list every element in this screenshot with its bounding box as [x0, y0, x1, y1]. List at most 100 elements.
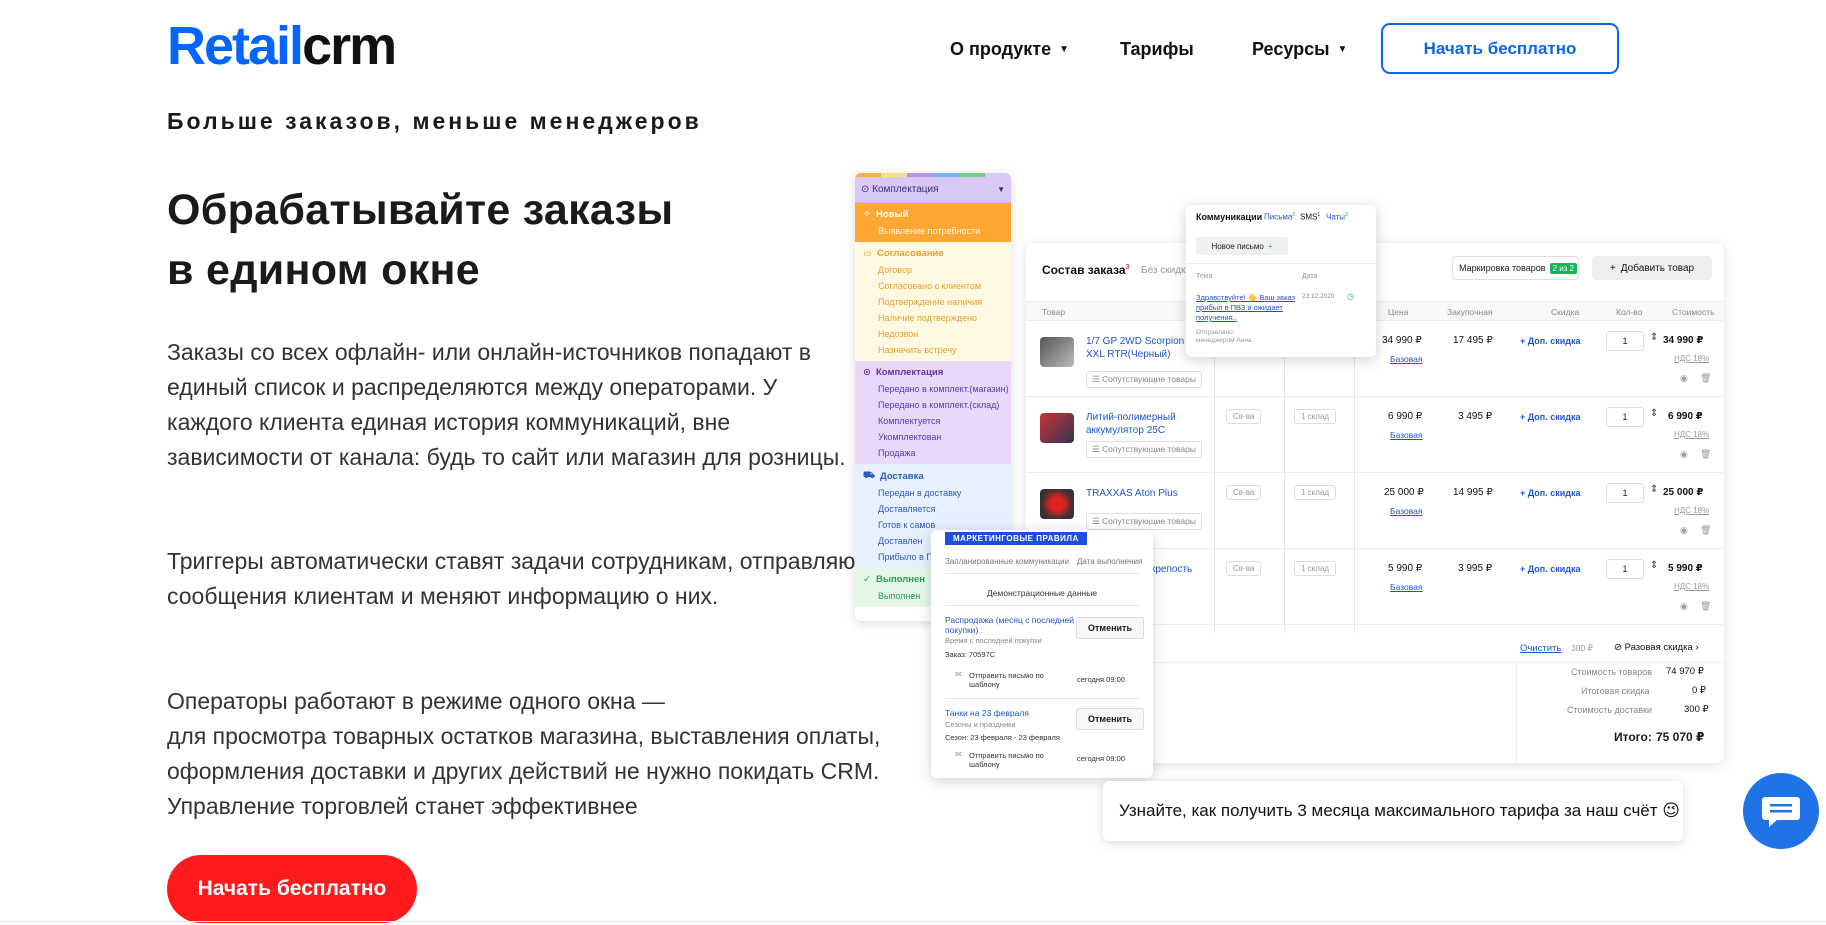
add-discount-link[interactable]: + Доп. скидка — [1520, 336, 1580, 346]
add-product-button[interactable]: + Добавить товар — [1592, 256, 1712, 280]
add-discount-link[interactable]: + Доп. скидка — [1520, 412, 1580, 422]
product-name[interactable]: Литий-полимерный аккумулятор 25С — [1086, 411, 1206, 437]
truck-icon: ⛟ — [863, 470, 875, 481]
status-item[interactable]: Передано в комплект.(склад) — [855, 397, 1011, 413]
status-item[interactable]: Договор — [855, 262, 1011, 278]
purchase-price: 3 495 ₽ — [1458, 411, 1493, 422]
summary-label: Стоимость доставки — [1567, 705, 1653, 715]
status-item[interactable]: Наличие подтверждено — [855, 310, 1011, 326]
price-type-link[interactable]: Базовая — [1390, 582, 1423, 592]
props-chip[interactable]: Св-ва — [1226, 409, 1262, 424]
summary-value: 300 ₽ — [1684, 704, 1709, 715]
table-row[interactable]: Литий-полимерный аккумулятор 25С ☰ Сопут… — [1026, 397, 1724, 473]
one-time-discount-button[interactable]: ⊘ Разовая скидка › — [1614, 642, 1699, 653]
start-free-header-button[interactable]: Начать бесплатно — [1381, 23, 1619, 74]
props-chip[interactable]: Св-ва — [1226, 561, 1262, 576]
trash-icon[interactable]: 🗑 — [1700, 525, 1711, 536]
status-item[interactable]: Недозвон — [855, 326, 1011, 342]
status-group-agree: ▭ Согласование Договор Согласовано с клие… — [855, 242, 1011, 361]
clear-link[interactable]: Очистить — [1520, 643, 1561, 654]
trash-icon[interactable]: 🗑 — [1700, 601, 1711, 612]
props-chip[interactable]: Св-ва — [1226, 485, 1262, 500]
vat-link[interactable]: НДС 18% — [1674, 354, 1709, 363]
status-item[interactable]: Передан в доставку — [855, 485, 1011, 501]
price-type-link[interactable]: Базовая — [1390, 430, 1423, 440]
status-item[interactable]: Назначить встречу — [855, 342, 1011, 358]
add-discount-link[interactable]: + Доп. скидка — [1520, 564, 1580, 574]
price-type-link[interactable]: Базовая — [1390, 506, 1423, 516]
cancel-rule-button[interactable]: Отменить — [1076, 617, 1144, 639]
stock-chip[interactable]: 1 склад — [1294, 485, 1337, 500]
new-letter-button[interactable]: Новое письмо + — [1196, 237, 1288, 255]
status-group-title[interactable]: ⛟ Доставка — [855, 467, 1011, 485]
tab-exec-date[interactable]: Дата выполнения — [1077, 557, 1142, 566]
trash-icon[interactable]: 🗑 — [1700, 373, 1711, 384]
qty-stepper-icon[interactable]: ⇕ — [1650, 560, 1658, 571]
status-item[interactable]: Доставляется — [855, 501, 1011, 517]
tab-letters[interactable]: Письма2 — [1264, 212, 1295, 222]
tab-sms[interactable]: SMS1 — [1300, 212, 1320, 222]
message-link[interactable]: Здравствуйте! 👋 Ваш заказ прибыл в ПВЗ и… — [1196, 293, 1300, 323]
group-title-label: Новый — [875, 209, 909, 220]
trash-icon[interactable]: 🗑 — [1700, 449, 1711, 460]
stock-chip[interactable]: 1 склад — [1294, 409, 1337, 424]
status-item[interactable]: Передано в комплект.(магазин) — [855, 381, 1011, 397]
status-item[interactable]: Комплектуется — [855, 413, 1011, 429]
nav-resources[interactable]: Ресурсы ▼ — [1252, 34, 1347, 64]
logo[interactable]: Retailcrm — [167, 19, 397, 73]
qty-input[interactable]: 1 — [1606, 559, 1644, 579]
mail-icon: ✉ — [955, 750, 962, 759]
chat-widget-button[interactable] — [1743, 773, 1819, 849]
nav-pricing[interactable]: Тарифы — [1120, 34, 1194, 64]
eye-icon[interactable]: ◉ — [1680, 373, 1688, 384]
summary-label: Итоговая скидка — [1581, 686, 1650, 696]
paragraph-3: Операторы работают в режиме одного окна … — [167, 684, 887, 824]
price-type-link[interactable]: Базовая — [1390, 354, 1423, 364]
tab-scheduled[interactable]: Запланированные коммуникации — [945, 557, 1069, 566]
related-products-tag[interactable]: ☰ Сопутствующие товары — [1086, 441, 1202, 458]
row-total: 6 990 ₽ — [1668, 411, 1703, 422]
status-item[interactable]: Укомплектован — [855, 429, 1011, 445]
start-free-button[interactable]: Начать бесплатно — [167, 855, 417, 923]
eye-icon[interactable]: ◉ — [1680, 601, 1688, 612]
related-products-tag[interactable]: ☰ Сопутствующие товары — [1086, 513, 1202, 530]
qty-stepper-icon[interactable]: ⇕ — [1650, 484, 1658, 495]
eye-icon[interactable]: ◉ — [1680, 449, 1688, 460]
nav-resources-label: Ресурсы — [1252, 38, 1330, 59]
vat-link[interactable]: НДС 18% — [1674, 430, 1709, 439]
product-name[interactable]: TRAXXAS Aton Plus — [1086, 487, 1206, 500]
wink-icon: 😉 — [1662, 801, 1681, 820]
status-item[interactable]: Продажа — [855, 445, 1011, 461]
group-title-label: Выполнен — [875, 574, 926, 585]
qty-stepper-icon[interactable]: ⇕ — [1650, 332, 1658, 343]
paragraph-3-line-1: Операторы работают в режиме одного окна … — [167, 688, 665, 714]
related-products-tag[interactable]: ☰ Сопутствующие товары — [1086, 371, 1202, 388]
rule-sub: Время с последней покупки — [945, 636, 1042, 645]
rule-title[interactable]: Распродажа (месяц с последней покупки) — [945, 615, 1075, 635]
promo-banner[interactable]: Узнайте, как получить 3 месяца максималь… — [1103, 781, 1683, 841]
status-select[interactable]: ⊙ Комплектация ▼ — [855, 177, 1011, 203]
order-subtab[interactable]: Без скидк — [1141, 265, 1185, 276]
rule-title[interactable]: Танки на 23 февраля — [945, 708, 1075, 718]
vat-link[interactable]: НДС 18% — [1674, 506, 1709, 515]
status-group-title[interactable]: ✧ Новый — [855, 206, 1011, 223]
eye-icon[interactable]: ◉ — [1680, 525, 1688, 536]
add-discount-link[interactable]: + Доп. скидка — [1520, 488, 1580, 498]
qty-input[interactable]: 1 — [1606, 331, 1644, 351]
qty-stepper-icon[interactable]: ⇕ — [1650, 408, 1658, 419]
status-group-title[interactable]: ⊙ Комплектация — [855, 364, 1011, 381]
related-label: Сопутствующие товары — [1101, 516, 1196, 526]
stock-chip[interactable]: 1 склад — [1294, 561, 1337, 576]
tab-chats[interactable]: Чаты3 — [1326, 212, 1348, 222]
marking-button[interactable]: Маркировка товаров 2 из 2 — [1452, 256, 1579, 280]
status-item[interactable]: Выявление потребности — [855, 223, 1011, 239]
check-icon: ✓ — [863, 574, 871, 585]
cancel-rule-button[interactable]: Отменить — [1076, 708, 1144, 730]
status-group-title[interactable]: ▭ Согласование — [855, 245, 1011, 262]
vat-link[interactable]: НДС 18% — [1674, 582, 1709, 591]
qty-input[interactable]: 1 — [1606, 407, 1644, 427]
nav-about[interactable]: О продукте ▼ — [950, 34, 1069, 64]
status-item[interactable]: Подтверждение наличия — [855, 294, 1011, 310]
qty-input[interactable]: 1 — [1606, 483, 1644, 503]
status-item[interactable]: Согласовано с клиентом — [855, 278, 1011, 294]
